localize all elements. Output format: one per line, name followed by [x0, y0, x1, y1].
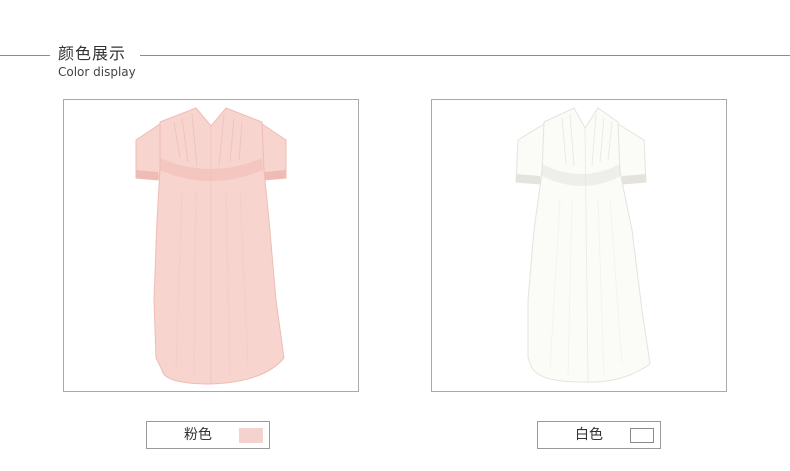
color-option-white[interactable]: 白色 — [537, 421, 661, 449]
color-option-label: 粉色 — [184, 427, 212, 443]
header-rule-right — [140, 55, 790, 56]
dress-image — [135, 107, 287, 385]
dress-shape — [135, 107, 287, 385]
section-subtitle: Color display — [58, 65, 136, 79]
dress-shape — [515, 107, 651, 383]
header-rule-left — [0, 55, 50, 56]
color-option-pink[interactable]: 粉色 — [146, 421, 270, 449]
color-swatch — [630, 428, 654, 443]
section-title: 颜色展示 — [58, 44, 127, 63]
color-option-label: 白色 — [575, 427, 603, 443]
product-image-frame-white — [431, 99, 727, 392]
dress-image — [515, 107, 651, 383]
color-swatch — [239, 428, 263, 443]
product-image-frame-pink — [63, 99, 359, 392]
